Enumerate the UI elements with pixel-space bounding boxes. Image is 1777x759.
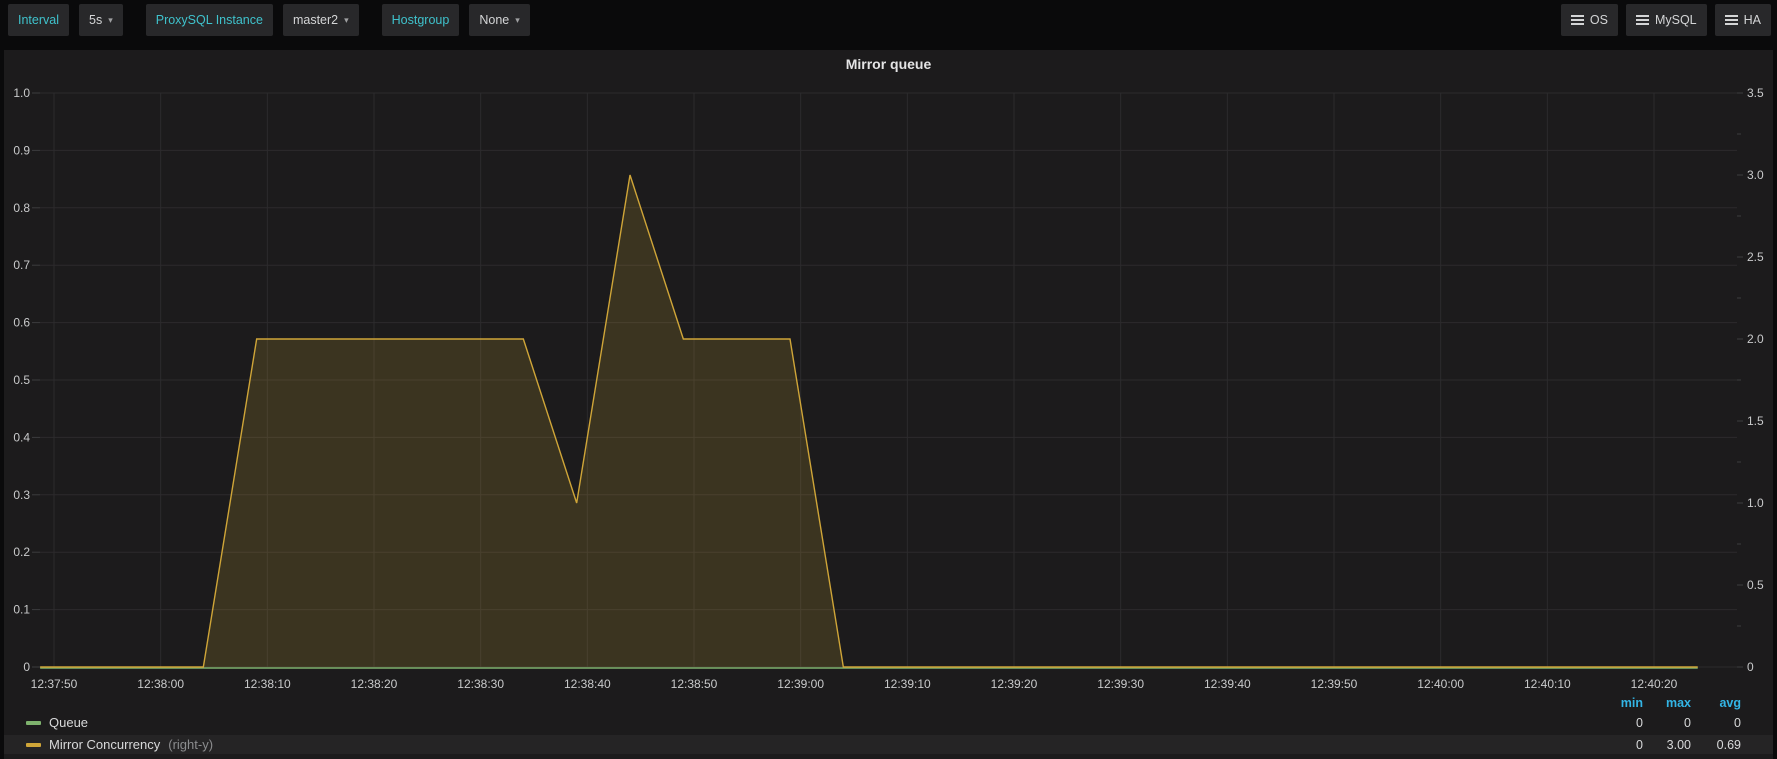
mirror-queue-panel xyxy=(4,50,1773,759)
menu-icon xyxy=(1725,15,1738,25)
hostgroup-value: None xyxy=(479,13,509,27)
mirror-concurrency-min: 0 xyxy=(1595,738,1643,752)
stats-header-avg: avg xyxy=(1691,696,1741,710)
proxysql-instance-group: ProxySQL Instance master2 ▾ xyxy=(146,4,359,36)
mirror-concurrency-stats-row: 0 3.00 0.69 xyxy=(1595,738,1741,752)
queue-avg: 0 xyxy=(1691,716,1741,730)
interval-variable-label: Interval xyxy=(8,4,69,36)
dashboard-links: OS MySQL HA xyxy=(1561,4,1771,36)
mirror-concurrency-series-swatch xyxy=(26,743,41,747)
interval-value: 5s xyxy=(89,13,102,27)
toolbar: Interval 5s ▾ ProxySQL Instance master2 … xyxy=(0,0,1777,46)
legend-row-queue[interactable]: Queue xyxy=(26,715,88,730)
chevron-down-icon: ▾ xyxy=(344,16,349,25)
proxysql-instance-value: master2 xyxy=(293,13,338,27)
hostgroup-dropdown[interactable]: None ▾ xyxy=(469,4,529,36)
queue-min: 0 xyxy=(1595,716,1643,730)
legend-row-mirror-concurrency[interactable]: Mirror Concurrency (right-y) xyxy=(26,737,213,752)
legend-stats-header: min max avg xyxy=(1595,696,1741,710)
ha-menu-button[interactable]: HA xyxy=(1715,4,1771,36)
legend-right-y-suffix: (right-y) xyxy=(168,737,213,752)
interval-dropdown[interactable]: 5s ▾ xyxy=(79,4,123,36)
mirror-concurrency-max: 3.00 xyxy=(1643,738,1691,752)
stats-header-max: max xyxy=(1643,696,1691,710)
chevron-down-icon: ▾ xyxy=(515,16,520,25)
ha-menu-label: HA xyxy=(1744,13,1761,27)
mysql-menu-label: MySQL xyxy=(1655,13,1697,27)
panel-title[interactable]: Mirror queue xyxy=(0,56,1777,72)
legend-row-highlight xyxy=(4,735,1773,754)
menu-icon xyxy=(1571,15,1584,25)
chevron-down-icon: ▾ xyxy=(108,16,113,25)
os-menu-label: OS xyxy=(1590,13,1608,27)
os-menu-button[interactable]: OS xyxy=(1561,4,1618,36)
legend-label-queue: Queue xyxy=(49,715,88,730)
queue-max: 0 xyxy=(1643,716,1691,730)
proxysql-instance-dropdown[interactable]: master2 ▾ xyxy=(283,4,359,36)
queue-stats-row: 0 0 0 xyxy=(1595,716,1741,730)
legend-label-mirror-concurrency: Mirror Concurrency xyxy=(49,737,160,752)
interval-group: Interval 5s ▾ xyxy=(8,4,123,36)
template-variables: Interval 5s ▾ ProxySQL Instance master2 … xyxy=(8,4,553,36)
mysql-menu-button[interactable]: MySQL xyxy=(1626,4,1707,36)
menu-icon xyxy=(1636,15,1649,25)
proxysql-instance-variable-label: ProxySQL Instance xyxy=(146,4,273,36)
mirror-concurrency-avg: 0.69 xyxy=(1691,738,1741,752)
stats-header-min: min xyxy=(1595,696,1643,710)
hostgroup-variable-label: Hostgroup xyxy=(382,4,460,36)
dashboard: Interval 5s ▾ ProxySQL Instance master2 … xyxy=(0,0,1777,759)
hostgroup-group: Hostgroup None ▾ xyxy=(382,4,530,36)
queue-series-swatch xyxy=(26,721,41,725)
